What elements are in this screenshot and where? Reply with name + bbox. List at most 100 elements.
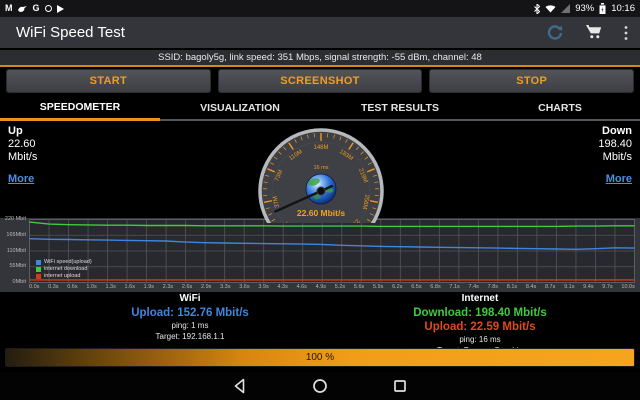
x-tick-label: 5.9s (373, 284, 383, 290)
x-tick-label: 10.0s (621, 284, 634, 290)
svg-text:148M: 148M (313, 145, 328, 151)
x-tick-label: 5.6s (354, 284, 364, 290)
down-value: 198.40 (598, 138, 632, 151)
x-tick-label: 5.2s (335, 284, 345, 290)
x-tick-label: 4.3s (277, 284, 287, 290)
sync-icon[interactable] (546, 24, 564, 42)
chart-x-axis-labels: 0.0s 0.3s 0.6s 1.0s 1.3s 1.6s 1.9s 2.3s 2.6s 2.9s… (29, 284, 635, 290)
speed-chart: 220 Mbit 165Mbit 110Mbit 55Mbit 0Mbit WiFi s… (0, 218, 640, 292)
x-tick-label: 8.1s (507, 284, 517, 290)
chart-y-axis-labels: 220 Mbit 165Mbit 110Mbit 55Mbit 0Mbit (0, 216, 28, 285)
notification-icons: M G (5, 4, 64, 13)
x-tick-label: 0.3s (48, 284, 58, 290)
down-more-link[interactable]: More (606, 173, 632, 186)
internet-summary-title: Internet (320, 293, 640, 304)
down-unit: Mbit/s (598, 151, 632, 164)
app-bar: WiFi Speed Test (0, 17, 640, 48)
x-tick-label: 3.9s (258, 284, 268, 290)
cell-signal-icon (561, 4, 570, 13)
internet-summary: Internet Download: 198.40 Mbit/s Upload:… (320, 293, 640, 355)
internet-upload-result: Upload: 22.59 Mbit/s (320, 321, 640, 333)
x-tick-label: 9.4s (583, 284, 593, 290)
y-tick-label: 110Mbit (7, 248, 26, 254)
y-tick-label: 165Mbit (6, 232, 26, 238)
x-tick-label: 6.5s (411, 284, 421, 290)
app-title: WiFi Speed Test (16, 24, 125, 41)
screenshot-button[interactable]: SCREENSHOT (218, 69, 423, 93)
tab-speedometer[interactable]: SPEEDOMETER (0, 96, 160, 121)
y-tick-label: 0Mbit (13, 279, 26, 285)
y-tick-label: 220 Mbit (5, 216, 26, 222)
x-tick-label: 3.3s (220, 284, 230, 290)
down-label: Down (598, 125, 632, 138)
progress-bar: 100 % (5, 348, 635, 367)
x-tick-label: 7.1s (449, 284, 459, 290)
bluetooth-icon (534, 4, 540, 14)
x-tick-label: 2.3s (163, 284, 173, 290)
tab-visualization[interactable]: VISUALIZATION (160, 96, 320, 121)
cart-icon[interactable] (586, 25, 602, 40)
android-nav-bar (0, 372, 640, 400)
tab-test-results[interactable]: TEST RESULTS (320, 96, 480, 121)
x-tick-label: 7.4s (469, 284, 479, 290)
chart-legend: WiFi speed(upload)internet downloadinter… (36, 259, 92, 279)
speedometer-gauge: 0M37M73M110M148M183M219M256M293M 16 ms 2… (256, 126, 386, 223)
gauge-ping-label: 16 ms (314, 165, 329, 171)
up-unit: Mbit/s (8, 151, 37, 164)
up-more-link[interactable]: More (8, 173, 34, 186)
chart-plot-area: WiFi speed(upload)internet downloadinter… (29, 219, 635, 283)
x-tick-label: 9.7s (602, 284, 612, 290)
circle-notification-icon (45, 5, 52, 12)
x-tick-label: 6.2s (392, 284, 402, 290)
x-tick-label: 4.6s (297, 284, 307, 290)
home-button[interactable] (312, 378, 328, 394)
up-label: Up (8, 125, 37, 138)
battery-icon (599, 3, 606, 14)
internet-ping: ping: 16 ms (320, 335, 640, 344)
gmail-icon: M (5, 4, 13, 13)
x-tick-label: 1.3s (105, 284, 115, 290)
internet-download-result: Download: 198.40 Mbit/s (320, 307, 640, 319)
x-tick-label: 0.6s (67, 284, 77, 290)
upload-panel: Up 22.60 Mbit/s More (8, 125, 37, 186)
x-tick-label: 2.6s (182, 284, 192, 290)
tab-charts[interactable]: CHARTS (480, 96, 640, 121)
back-button[interactable] (232, 378, 248, 394)
x-tick-label: 6.8s (430, 284, 440, 290)
tab-bar: SPEEDOMETER VISUALIZATION TEST RESULTS C… (0, 96, 640, 121)
x-tick-label: 1.9s (144, 284, 154, 290)
google-icon: G (33, 4, 40, 13)
download-panel: Down 198.40 Mbit/s More (598, 125, 632, 186)
legend-item: internet upload (36, 273, 92, 279)
connection-info-bar: SSID: bagoly5g, link speed: 351 Mbps, si… (0, 50, 640, 67)
x-tick-label: 1.0s (86, 284, 96, 290)
connection-info-text: SSID: bagoly5g, link speed: 351 Mbps, si… (158, 52, 482, 63)
overflow-menu-icon[interactable] (624, 25, 628, 41)
x-tick-label: 1.6s (125, 284, 135, 290)
y-tick-label: 55Mbit (9, 263, 26, 269)
legend-item: WiFi speed(upload) (36, 259, 92, 265)
action-button-row: START SCREENSHOT STOP (6, 69, 634, 93)
bird-icon (18, 5, 28, 13)
status-right: 93% 10:16 (534, 3, 635, 14)
wifi-icon (545, 5, 556, 13)
stop-button[interactable]: STOP (429, 69, 634, 93)
x-tick-label: 0.0s (29, 284, 39, 290)
x-tick-label: 3.6s (239, 284, 249, 290)
x-tick-label: 7.8s (488, 284, 498, 290)
x-tick-label: 8.7s (545, 284, 555, 290)
battery-percent: 93% (575, 3, 594, 14)
status-bar: M G 93% 10:16 (0, 0, 640, 17)
x-tick-label: 8.4s (526, 284, 536, 290)
gauge-reading: 22.60 Mbit/s (297, 208, 345, 218)
clock: 10:16 (611, 3, 635, 14)
x-tick-label: 4.9s (316, 284, 326, 290)
play-icon (57, 5, 64, 13)
progress-label: 100 % (306, 352, 334, 363)
legend-item: internet download (36, 266, 92, 272)
x-tick-label: 2.9s (201, 284, 211, 290)
recents-button[interactable] (392, 378, 408, 394)
up-value: 22.60 (8, 138, 37, 151)
x-tick-label: 9.1s (564, 284, 574, 290)
start-button[interactable]: START (6, 69, 211, 93)
